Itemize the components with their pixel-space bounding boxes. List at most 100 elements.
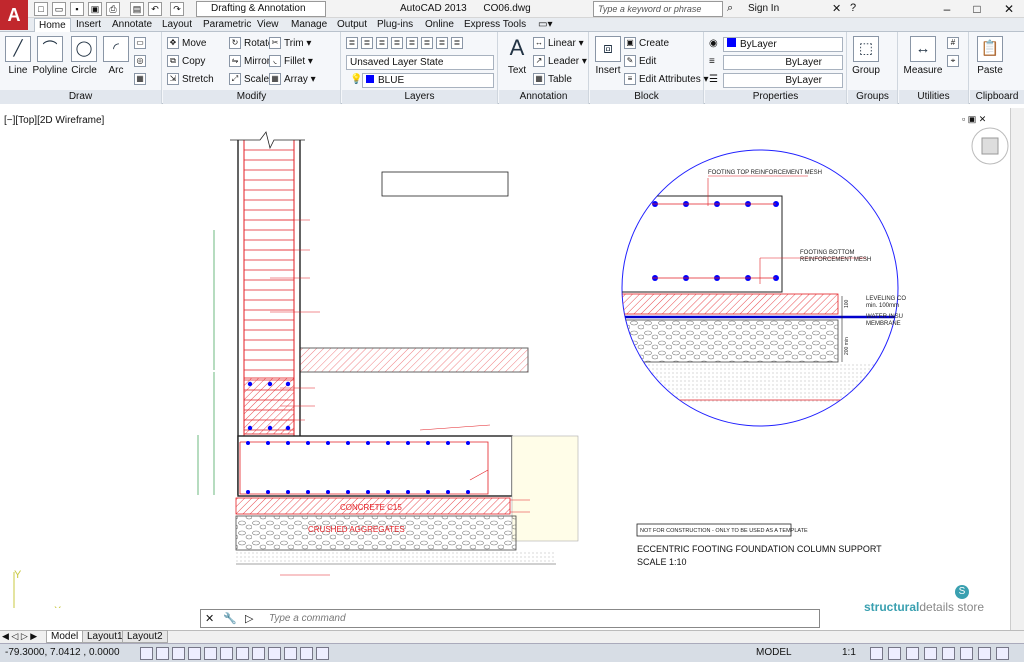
layer-tools-row[interactable]: ≣ ≣ ≣ ≣ ≣ ≣ ≣ ≣ (346, 36, 466, 52)
status-tool-icon[interactable] (942, 647, 955, 660)
annotation-panel-label[interactable]: Annotation (499, 90, 588, 104)
viewport-window-controls[interactable]: ▫ ▣ ✕ (962, 114, 986, 125)
move-button[interactable]: ✥ Move (167, 36, 206, 52)
customize-icon[interactable]: 🔧 (223, 612, 237, 625)
layer-dropdown[interactable]: BLUE (362, 73, 494, 88)
status-tool-icon[interactable] (978, 647, 991, 660)
vertical-scrollbar[interactable] (1010, 108, 1024, 630)
tab-navigation-icons[interactable]: ◀ ◁ ▷ ▶ (2, 631, 37, 642)
id-point-icon[interactable]: ⌖ (947, 54, 962, 70)
ribbon-options-icon[interactable]: ▭▾ (534, 18, 556, 32)
status-toggle-icon[interactable] (156, 647, 169, 660)
modify-panel-label[interactable]: Modify (163, 90, 340, 104)
exchange-icon[interactable]: ✕ (832, 2, 841, 15)
tab-layout[interactable]: Layout (158, 18, 196, 32)
layer-state-dropdown[interactable]: Unsaved Layer State (346, 55, 494, 70)
save-icon[interactable]: ▪ (70, 2, 84, 16)
status-toggle-icon[interactable] (236, 647, 249, 660)
arc-button[interactable]: ◜ Arc (98, 34, 134, 76)
search-icon[interactable]: ⌕ (727, 2, 733, 15)
trim-button[interactable]: ✂ Trim ▾ (269, 36, 311, 52)
maximize-button[interactable]: □ (962, 0, 992, 18)
block-panel-label[interactable]: Block (590, 90, 703, 104)
groups-panel-label[interactable]: Groups (848, 90, 897, 104)
properties-panel-label[interactable]: Properties (705, 90, 846, 104)
annotation-scale[interactable]: 1:1 (842, 647, 856, 658)
model-space-toggle[interactable]: MODEL (756, 647, 792, 658)
undo-icon[interactable]: ↶ (148, 2, 162, 16)
linear-dimension-button[interactable]: ↔ Linear ▾ (533, 36, 584, 52)
tab-plug-ins[interactable]: Plug-ins (373, 18, 417, 32)
linetype-dropdown[interactable]: ByLayer (723, 55, 843, 70)
polyline-button[interactable]: ⌒ Polyline (30, 34, 70, 76)
new-icon[interactable]: □ (34, 2, 48, 16)
status-toggle-icon[interactable] (188, 647, 201, 660)
tab-home[interactable]: Home (34, 18, 71, 32)
mirror-button[interactable]: ⇋ Mirror (229, 54, 270, 70)
tab-annotate[interactable]: Annotate (108, 18, 156, 32)
rotate-button[interactable]: ↻ Rotate (229, 36, 273, 52)
group-button[interactable]: ⬚ Group (848, 34, 884, 76)
status-toggle-icon[interactable] (140, 647, 153, 660)
tab-output[interactable]: Output (333, 18, 371, 32)
plot-icon[interactable]: ▤ (130, 2, 144, 16)
workspace-dropdown[interactable]: Drafting & Annotation (196, 1, 326, 17)
measure-button[interactable]: ↔ Measure (901, 34, 945, 76)
lineweight-dropdown[interactable]: ByLayer (723, 73, 843, 88)
viewport-controls[interactable]: [−][Top][2D Wireframe] (4, 115, 104, 126)
circle-button[interactable]: ◯ Circle (66, 34, 102, 76)
status-toggle-icon[interactable] (172, 647, 185, 660)
status-tool-icon[interactable] (924, 647, 937, 660)
status-toggle-icon[interactable] (204, 647, 217, 660)
status-toggle-icon[interactable] (316, 647, 329, 660)
fillet-button[interactable]: ◟ Fillet ▾ (269, 54, 313, 70)
status-toggle-icon[interactable] (300, 647, 313, 660)
rectangle-icon[interactable]: ▭ (134, 36, 149, 52)
status-toggle-icon[interactable] (220, 647, 233, 660)
drawing-canvas[interactable]: CONCRETE C15 CRUSHED AGGREGATES FOOTING … (0, 108, 1010, 608)
color-dropdown[interactable]: ByLayer (723, 37, 843, 52)
status-tool-icon[interactable] (960, 647, 973, 660)
status-tool-icon[interactable] (870, 647, 883, 660)
array-button[interactable]: ▦ Array ▾ (269, 72, 316, 88)
leader-button[interactable]: ↗ Leader ▾ (533, 54, 587, 70)
command-input[interactable]: Type a command (269, 613, 346, 624)
status-tool-icon[interactable] (996, 647, 1009, 660)
application-menu-button[interactable]: A (0, 0, 28, 30)
draw-panel-label[interactable]: Draw (0, 90, 161, 104)
tab-insert[interactable]: Insert (72, 18, 105, 32)
tab-layout2[interactable]: Layout2 (122, 630, 168, 643)
hatch-icon[interactable]: ◎ (134, 54, 149, 70)
status-tool-icon[interactable] (888, 647, 901, 660)
clipboard-panel-label[interactable]: Clipboard (970, 90, 1024, 104)
open-icon[interactable]: ▭ (52, 2, 66, 16)
edit-block-button[interactable]: ✎ Edit (624, 54, 656, 70)
insert-button[interactable]: ⧈ Insert (590, 34, 626, 76)
tab-online[interactable]: Online (421, 18, 458, 32)
status-tool-icon[interactable] (906, 647, 919, 660)
close-button[interactable]: ✕ (994, 0, 1024, 18)
copy-button[interactable]: ⧉ Copy (167, 54, 205, 70)
view-cube[interactable] (971, 127, 1009, 165)
close-command-icon[interactable]: ✕ (205, 612, 214, 625)
status-toggle-icon[interactable] (284, 647, 297, 660)
print-icon[interactable]: ⎙ (106, 2, 120, 16)
status-toggle-icon[interactable] (268, 647, 281, 660)
redo-icon[interactable]: ↷ (170, 2, 184, 16)
region-icon[interactable]: ▦ (134, 72, 149, 88)
help-icon[interactable]: ? (850, 2, 856, 14)
stretch-button[interactable]: ⇲ Stretch (167, 72, 214, 88)
match-properties-icon[interactable]: ◉ (709, 38, 718, 49)
command-line[interactable]: ✕ 🔧 ▷ Type a command (200, 609, 820, 628)
edit-attributes-button[interactable]: ≡ Edit Attributes ▾ (624, 72, 709, 88)
tab-parametric[interactable]: Parametric (199, 18, 255, 32)
quick-calc-icon[interactable]: # (947, 36, 962, 52)
search-input[interactable]: Type a keyword or phrase (593, 1, 723, 17)
tab-view[interactable]: View (253, 18, 283, 32)
minimize-button[interactable]: – (932, 0, 962, 18)
layers-panel-label[interactable]: Layers (342, 90, 497, 104)
scale-button[interactable]: ⤢ Scale (229, 72, 269, 88)
tab-manage[interactable]: Manage (287, 18, 331, 32)
create-block-button[interactable]: ▣ Create (624, 36, 669, 52)
table-button[interactable]: ▦ Table (533, 72, 572, 88)
